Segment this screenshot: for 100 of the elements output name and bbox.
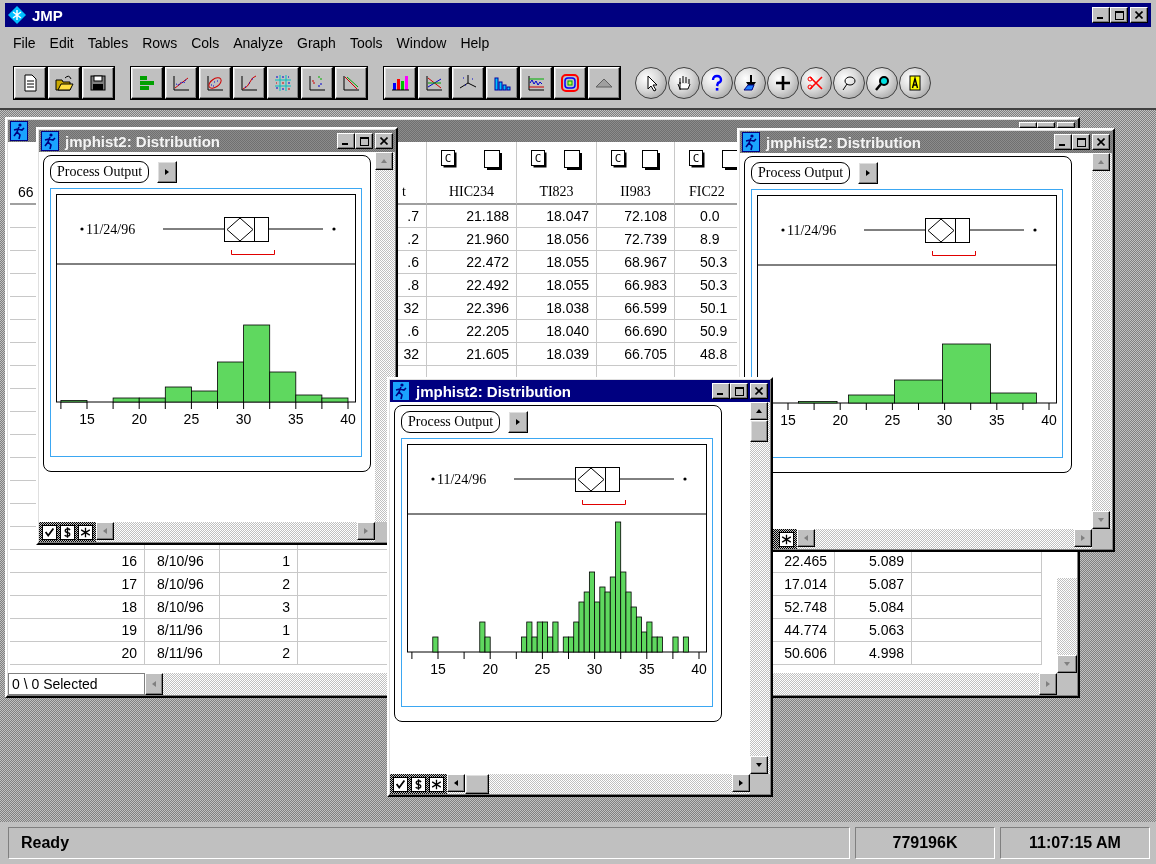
menu-item[interactable]: Graph [290, 35, 343, 51]
column-header[interactable]: FIC22 [689, 184, 725, 200]
table-cell: 18.039 [546, 346, 589, 362]
column-type-box[interactable]: C [611, 150, 627, 168]
menu-item[interactable]: File [6, 35, 43, 51]
scroll-left-button[interactable] [797, 529, 815, 547]
scroll-down-button[interactable] [750, 756, 768, 774]
scroll-right-button[interactable] [1039, 673, 1057, 695]
dollar-icon[interactable] [60, 524, 75, 540]
tool-button[interactable] [635, 67, 667, 99]
tool-button[interactable] [734, 67, 766, 99]
axis-label: 25 [183, 411, 200, 426]
minimize-button[interactable] [712, 383, 730, 399]
maximize-button[interactable] [730, 383, 748, 399]
tool-button[interactable] [668, 67, 700, 99]
scroll-left-button[interactable] [96, 522, 114, 540]
menu-item[interactable]: Analyze [226, 35, 290, 51]
column-header[interactable]: TI823 [539, 184, 574, 200]
empty-role-box[interactable] [642, 150, 660, 170]
scroll-thumb[interactable] [750, 420, 768, 442]
maximize-button[interactable] [1037, 122, 1055, 128]
menu-item[interactable]: Window [389, 35, 454, 51]
table-cell: 32 [403, 346, 419, 362]
tool-button[interactable] [866, 67, 898, 99]
histogram-bar [60, 400, 88, 403]
vertical-scrollbar[interactable] [750, 402, 770, 774]
menu-item[interactable]: Rows [135, 35, 185, 51]
scroll-up-button[interactable] [1092, 153, 1110, 171]
axis-label: 30 [936, 412, 953, 427]
maximize-button[interactable] [355, 133, 373, 149]
close-button[interactable] [750, 383, 768, 399]
horizontal-scrollbar[interactable] [447, 774, 750, 794]
scroll-up-button[interactable] [375, 152, 393, 170]
column-type-box[interactable]: C [441, 150, 457, 168]
asterisk-icon[interactable] [429, 776, 444, 792]
control-chart-icon [526, 73, 546, 93]
scroll-right-button[interactable] [357, 522, 375, 540]
close-button[interactable] [1092, 134, 1110, 150]
column-type-box[interactable]: C [531, 150, 547, 168]
tool-button[interactable] [767, 67, 799, 99]
menu-item[interactable]: Tables [80, 35, 136, 51]
scroll-left-button[interactable] [145, 673, 163, 695]
scroll-down-button[interactable] [1092, 511, 1110, 529]
scroll-right-button[interactable] [1074, 529, 1092, 547]
outline-title-button[interactable]: Process Output [751, 162, 851, 184]
minimize-button[interactable] [337, 133, 355, 149]
table-cell: 72.108 [624, 208, 667, 224]
table-cell: 18.047 [546, 208, 589, 224]
table-cell: 8/10/96 [157, 576, 204, 592]
table-cell: 68.967 [624, 254, 667, 270]
axis-label: 20 [482, 661, 498, 676]
scroll-left-button[interactable] [447, 774, 465, 792]
minimize-button[interactable] [1054, 134, 1072, 150]
close-button[interactable] [375, 133, 393, 149]
minimize-button[interactable] [1019, 122, 1037, 128]
scroll-right-button[interactable] [732, 774, 750, 792]
scroll-down-button[interactable] [1057, 655, 1077, 673]
column-type-box[interactable]: C [689, 150, 705, 168]
maximize-button[interactable] [1072, 134, 1090, 150]
empty-role-box[interactable] [484, 150, 502, 170]
empty-role-box[interactable] [722, 150, 740, 170]
vertical-scrollbar[interactable] [1057, 578, 1077, 673]
close-button[interactable] [1130, 7, 1148, 23]
table-cell: 52.748 [784, 599, 827, 615]
maximize-button[interactable] [1110, 7, 1128, 23]
scroll-thumb[interactable] [465, 774, 489, 794]
horizontal-scrollbar[interactable] [797, 529, 1092, 549]
column-header[interactable]: t [402, 184, 406, 200]
asterisk-icon[interactable] [779, 531, 794, 547]
column-header[interactable]: HIC234 [448, 184, 495, 200]
vertical-scrollbar[interactable] [1092, 153, 1112, 529]
disclosure-button[interactable] [508, 411, 529, 433]
minimize-button[interactable] [1092, 7, 1110, 23]
empty-role-box[interactable] [564, 150, 582, 170]
table-cell: 66.690 [624, 323, 667, 339]
asterisk-icon[interactable] [78, 524, 93, 540]
menu-item[interactable]: Edit [42, 35, 81, 51]
memory-usage: 779196K [855, 827, 995, 859]
checkmark-icon[interactable] [42, 524, 57, 540]
disclosure-button[interactable] [858, 162, 879, 184]
menu-item[interactable]: Tools [342, 35, 390, 51]
scatter-matrix-icon [273, 73, 293, 93]
close-button[interactable] [1057, 122, 1075, 128]
scroll-up-button[interactable] [750, 402, 768, 420]
outline-title-button[interactable]: Process Output [401, 411, 501, 433]
histogram-bar [672, 636, 679, 653]
outline-title-button[interactable]: Process Output [50, 161, 150, 183]
tool-button[interactable] [701, 67, 733, 99]
maximize-icon [1076, 137, 1086, 147]
column-header[interactable]: II983 [620, 184, 651, 200]
menu-item[interactable]: Help [453, 35, 497, 51]
tool-button[interactable] [833, 67, 865, 99]
tool-button[interactable] [899, 67, 931, 99]
disclosure-button[interactable] [157, 161, 178, 183]
dollar-icon[interactable] [411, 776, 426, 792]
checkmark-icon[interactable] [393, 776, 408, 792]
axis-label: 40 [340, 411, 356, 426]
tool-button[interactable] [800, 67, 832, 99]
horizontal-scrollbar[interactable] [96, 522, 375, 542]
menu-item[interactable]: Cols [184, 35, 227, 51]
